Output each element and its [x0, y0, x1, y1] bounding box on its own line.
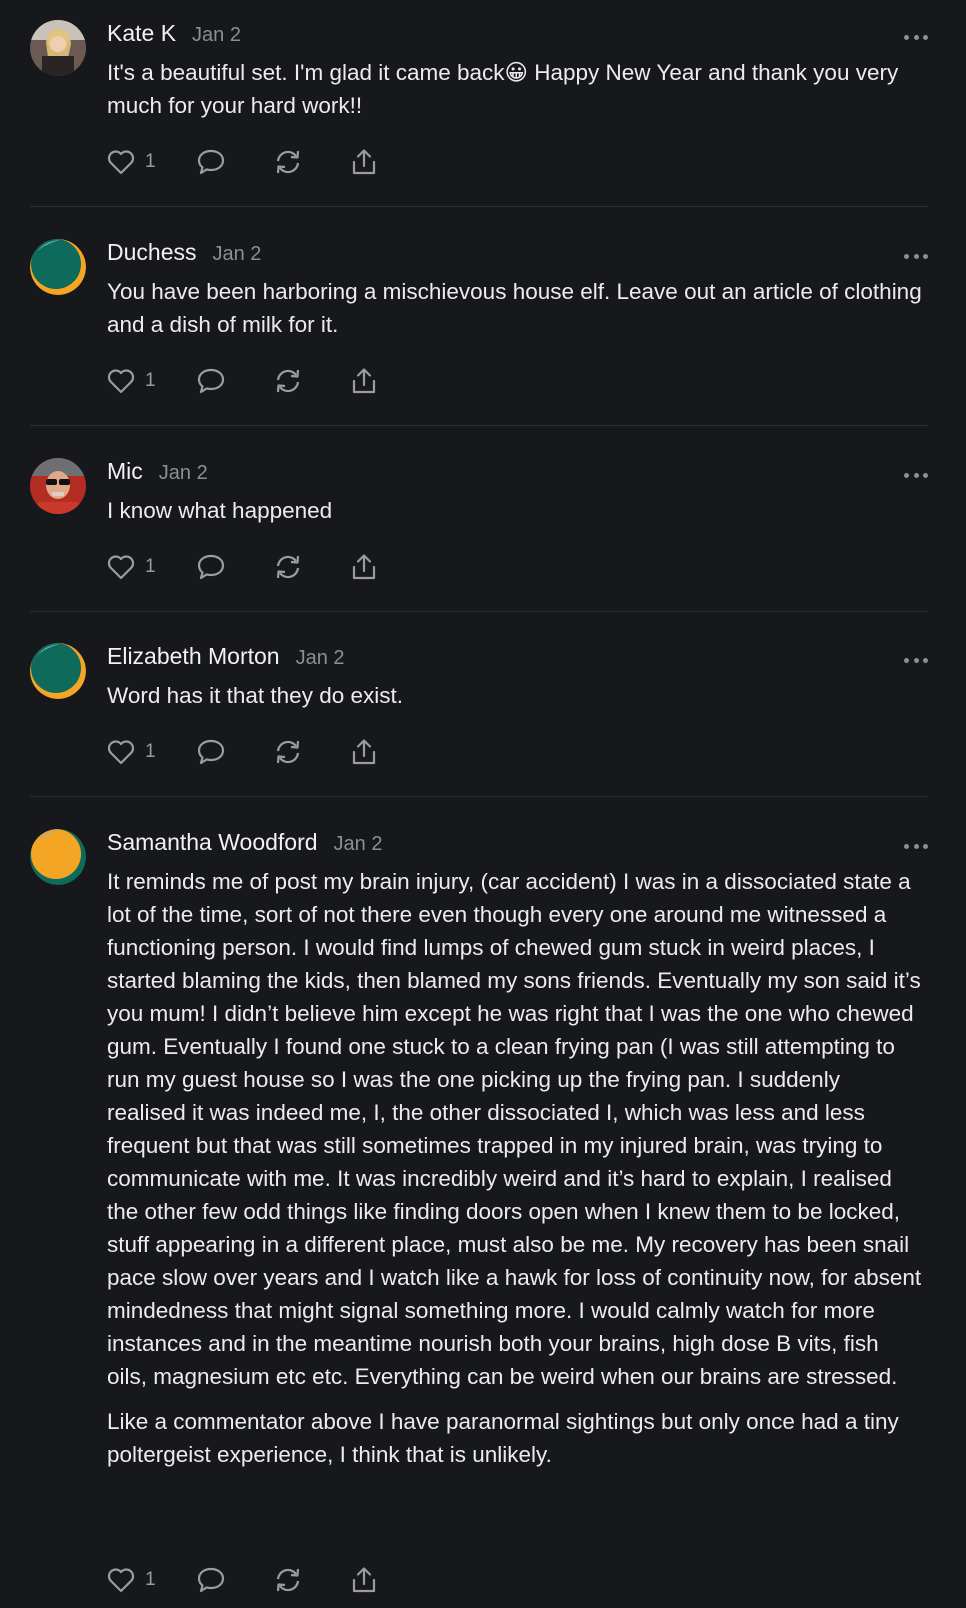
comment-paragraph: It's a beautiful set. I'm glad it came b…: [107, 60, 899, 118]
restack-button[interactable]: [273, 1566, 303, 1594]
author-name[interactable]: Duchess: [107, 239, 196, 266]
comment-body: It's a beautiful set. I'm glad it came b…: [107, 56, 924, 122]
share-button[interactable]: [350, 738, 378, 766]
comment-actions: 1: [107, 737, 378, 767]
comment-paragraph: I know what happened: [107, 498, 333, 523]
heart-icon: [107, 740, 135, 765]
like-count: 1: [145, 1569, 156, 1590]
like-count: 1: [145, 741, 156, 762]
more-options-icon[interactable]: [904, 32, 928, 42]
reply-button[interactable]: [196, 553, 226, 581]
restack-icon: [276, 150, 299, 174]
like-count: 1: [145, 370, 156, 391]
share-icon: [352, 149, 375, 175]
more-options-icon[interactable]: [904, 470, 928, 480]
like-button[interactable]: 1: [107, 554, 156, 580]
divider: [30, 796, 928, 797]
heart-icon: [107, 150, 135, 175]
more-options-icon[interactable]: [904, 841, 928, 851]
comment-date[interactable]: Jan 2: [192, 24, 241, 47]
comment: Duchess Jan 2 You have been harboring a …: [0, 239, 966, 341]
comment-date[interactable]: Jan 2: [334, 833, 383, 856]
restack-icon: [276, 740, 299, 764]
restack-icon: [276, 369, 299, 393]
like-count: 1: [145, 151, 156, 172]
like-button[interactable]: 1: [107, 1567, 156, 1593]
heart-icon: [107, 369, 135, 394]
share-icon: [352, 1567, 375, 1593]
comment: Samantha Woodford Jan 2 It reminds me of…: [0, 829, 966, 1471]
comment-date[interactable]: Jan 2: [212, 243, 261, 266]
restack-button[interactable]: [273, 738, 303, 766]
comment-actions: 1: [107, 147, 378, 177]
more-options-icon[interactable]: [904, 655, 928, 665]
author-name[interactable]: Elizabeth Morton: [107, 643, 280, 670]
divider: [30, 206, 928, 207]
share-icon: [352, 554, 375, 580]
share-icon: [352, 368, 375, 394]
comment-icon: [197, 368, 224, 394]
comment-body: You have been harboring a mischievous ho…: [107, 275, 924, 341]
avatar[interactable]: [30, 458, 86, 514]
comment-icon: [197, 1567, 224, 1593]
author-name[interactable]: Kate K: [107, 20, 176, 47]
like-button[interactable]: 1: [107, 368, 156, 394]
author-name[interactable]: Samantha Woodford: [107, 829, 318, 856]
restack-button[interactable]: [273, 553, 303, 581]
comment-date[interactable]: Jan 2: [159, 462, 208, 485]
comment-header: Elizabeth Morton Jan 2: [107, 643, 924, 673]
author-name[interactable]: Mic: [107, 458, 143, 485]
like-button[interactable]: 1: [107, 149, 156, 175]
heart-icon: [107, 1568, 135, 1593]
comment-body: Word has it that they do exist.: [107, 679, 924, 712]
comment-paragraph: Word has it that they do exist.: [107, 683, 403, 708]
comment: Elizabeth Morton Jan 2 Word has it that …: [0, 643, 966, 712]
comment-actions: 1: [107, 366, 378, 396]
comment-header: Kate K Jan 2: [107, 20, 924, 50]
reply-button[interactable]: [196, 738, 226, 766]
share-button[interactable]: [350, 553, 378, 581]
like-button[interactable]: 1: [107, 739, 156, 765]
restack-icon: [276, 555, 299, 579]
comment: Kate K Jan 2 It's a beautiful set. I'm g…: [0, 20, 966, 122]
restack-button[interactable]: [273, 148, 303, 176]
comment-header: Duchess Jan 2: [107, 239, 924, 269]
comment-icon: [197, 554, 224, 580]
comment: Mic Jan 2 I know what happened: [0, 458, 966, 527]
comment-paragraph: Like a commentator above I have paranorm…: [107, 1409, 899, 1467]
comment-paragraph: It reminds me of post my brain injury, (…: [107, 869, 922, 1389]
comment-icon: [197, 739, 224, 765]
reply-button[interactable]: [196, 367, 226, 395]
divider: [30, 425, 928, 426]
avatar[interactable]: [30, 829, 86, 885]
comment-date[interactable]: Jan 2: [296, 647, 345, 670]
comment-body: It reminds me of post my brain injury, (…: [107, 865, 924, 1471]
share-button[interactable]: [350, 1566, 378, 1594]
comment-icon: [197, 149, 224, 175]
more-options-icon[interactable]: [904, 251, 928, 261]
comment-header: Samantha Woodford Jan 2: [107, 829, 924, 859]
comment-actions: 1: [107, 1565, 378, 1595]
avatar[interactable]: [30, 643, 86, 699]
comment-header: Mic Jan 2: [107, 458, 924, 488]
avatar[interactable]: [30, 239, 86, 295]
comment-body: I know what happened: [107, 494, 924, 527]
reply-button[interactable]: [196, 148, 226, 176]
share-icon: [352, 739, 375, 765]
restack-button[interactable]: [273, 367, 303, 395]
avatar[interactable]: [30, 20, 86, 76]
share-button[interactable]: [350, 367, 378, 395]
heart-icon: [107, 555, 135, 580]
share-button[interactable]: [350, 148, 378, 176]
reply-button[interactable]: [196, 1566, 226, 1594]
comment-actions: 1: [107, 552, 378, 582]
divider: [30, 611, 928, 612]
comment-paragraph: You have been harboring a mischievous ho…: [107, 279, 922, 337]
restack-icon: [276, 1568, 299, 1592]
like-count: 1: [145, 556, 156, 577]
